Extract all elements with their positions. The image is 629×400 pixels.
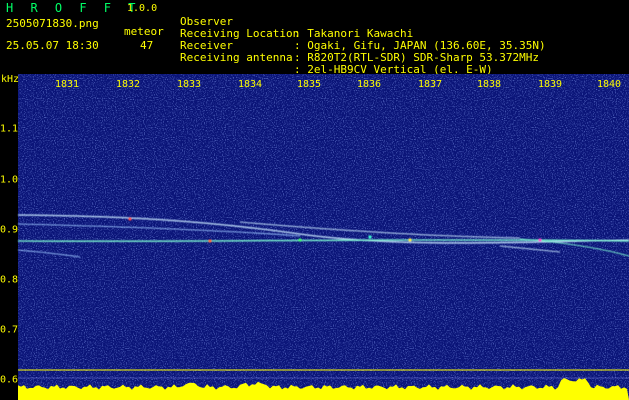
info-row-antenna: Receiving antenna : 2el-HB9CV Vertical (…: [180, 40, 493, 76]
echo-hotspot: [538, 238, 542, 242]
x-tick-label: 1834: [237, 79, 263, 90]
y-tick-label: 1.0: [0, 174, 19, 186]
echo-hotspot: [368, 235, 372, 239]
echo-hotspot: [208, 239, 212, 243]
y-tick-label: 0.7: [0, 324, 19, 336]
y-tick-label: 0.9: [0, 224, 19, 236]
meteor-label: meteor: [124, 25, 164, 38]
meteor-count: 47: [140, 39, 154, 52]
header-panel: H R O F F T 1.0.0 2505071830.png 25.05.0…: [0, 0, 629, 76]
spectrogram-plot: [0, 74, 629, 400]
info-row-receiver: Receiver : R820T2(RTL-SDR) SDR-Sharp 53.…: [180, 28, 539, 64]
x-tick-label: 1837: [417, 79, 443, 90]
x-tick-label: 1838: [476, 79, 502, 90]
app-title: H R O F F T: [6, 1, 141, 15]
info-label: Receiving antenna: [180, 51, 293, 64]
x-tick-label: 1831: [54, 79, 80, 90]
x-tick-label: 1833: [176, 79, 202, 90]
x-tick-label: 1840: [596, 79, 622, 90]
y-tick-label: 0.6: [0, 374, 19, 386]
info-row-observer: Observer : Takanori Kawachi: [180, 4, 413, 40]
echo-hotspot: [408, 238, 412, 242]
echo-hotspot: [128, 217, 132, 221]
y-tick-label: 0.8: [0, 274, 19, 286]
echo-hotspot: [298, 238, 302, 242]
station-info: Observer : Takanori Kawachi Receiving Lo…: [180, 4, 546, 76]
info-row-location: Receiving Location : Ogaki, Gifu, JAPAN …: [180, 16, 546, 52]
capture-datetime: 25.05.07 18:30: [6, 39, 99, 52]
y-tick-label: 1.1: [0, 123, 19, 135]
x-tick-label: 1835: [296, 79, 322, 90]
x-tick-label: 1832: [115, 79, 141, 90]
y-axis-unit: kHz: [1, 74, 20, 85]
file-name: 2505071830.png: [6, 17, 99, 30]
x-tick-label: 1839: [537, 79, 563, 90]
app-version: 1.0.0: [127, 3, 158, 14]
x-tick-label: 1836: [356, 79, 382, 90]
